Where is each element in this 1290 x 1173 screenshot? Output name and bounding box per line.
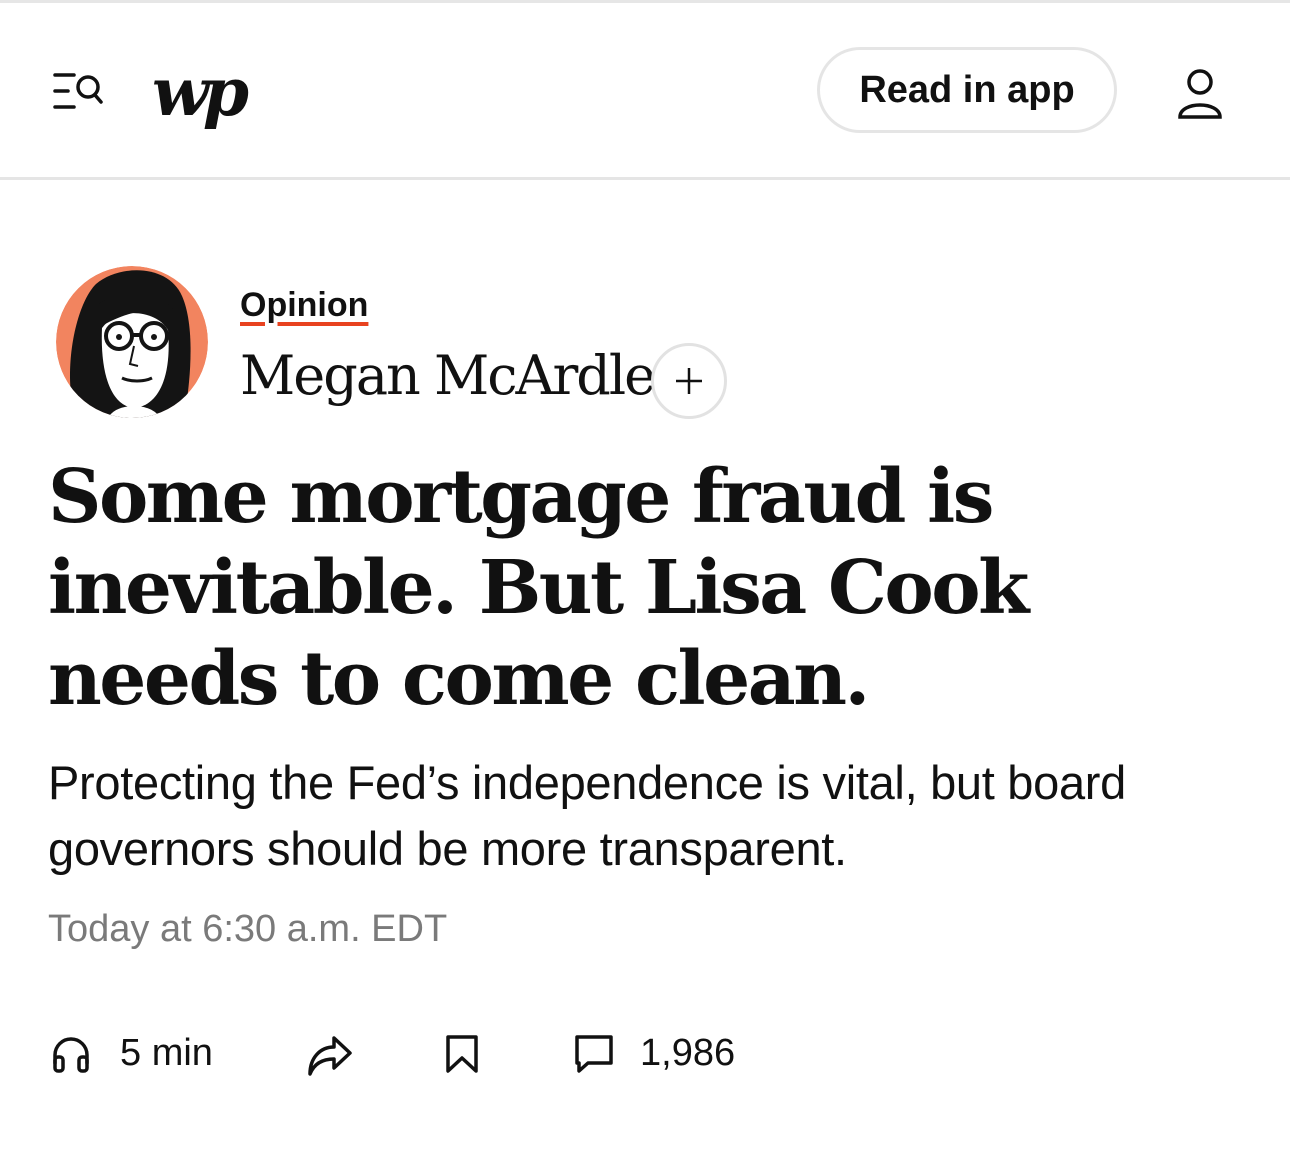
comments-count: 1,986 xyxy=(640,1032,736,1074)
plus-icon xyxy=(676,368,702,394)
read-in-app-label: Read in app xyxy=(859,68,1075,111)
article-action-bar: 5 min 1,986 xyxy=(0,1018,1290,1098)
author-name[interactable]: Megan McArdle xyxy=(240,344,656,407)
publish-timestamp: Today at 6:30 a.m. EDT xyxy=(48,908,448,950)
comment-icon xyxy=(575,1034,613,1073)
headphones-icon xyxy=(53,1036,89,1073)
menu-search-icon xyxy=(53,73,103,109)
share-icon xyxy=(308,1036,352,1076)
site-header: wp Read in app xyxy=(0,3,1290,180)
read-in-app-button[interactable]: Read in app xyxy=(817,47,1117,133)
article-headline: Some mortgage fraud is inevitable. But L… xyxy=(48,454,1029,722)
comments-button[interactable]: 1,986 xyxy=(574,1032,735,1075)
author-avatar[interactable] xyxy=(56,266,208,418)
author-portrait xyxy=(56,266,208,418)
account-button[interactable] xyxy=(1172,67,1228,123)
follow-author-button[interactable] xyxy=(651,343,727,419)
bookmark-button[interactable] xyxy=(444,1034,480,1074)
listen-duration: 5 min xyxy=(120,1032,213,1074)
washington-post-logo[interactable]: wp xyxy=(152,47,252,137)
article-subheadline: Protecting the Fed’s independence is vit… xyxy=(48,756,1126,875)
menu-search-button[interactable] xyxy=(50,67,104,115)
share-button[interactable] xyxy=(306,1034,354,1078)
listen-button[interactable]: 5 min xyxy=(50,1032,213,1075)
bookmark-icon xyxy=(446,1035,478,1073)
section-label-opinion[interactable]: Opinion xyxy=(240,286,368,325)
user-icon xyxy=(1178,69,1222,119)
